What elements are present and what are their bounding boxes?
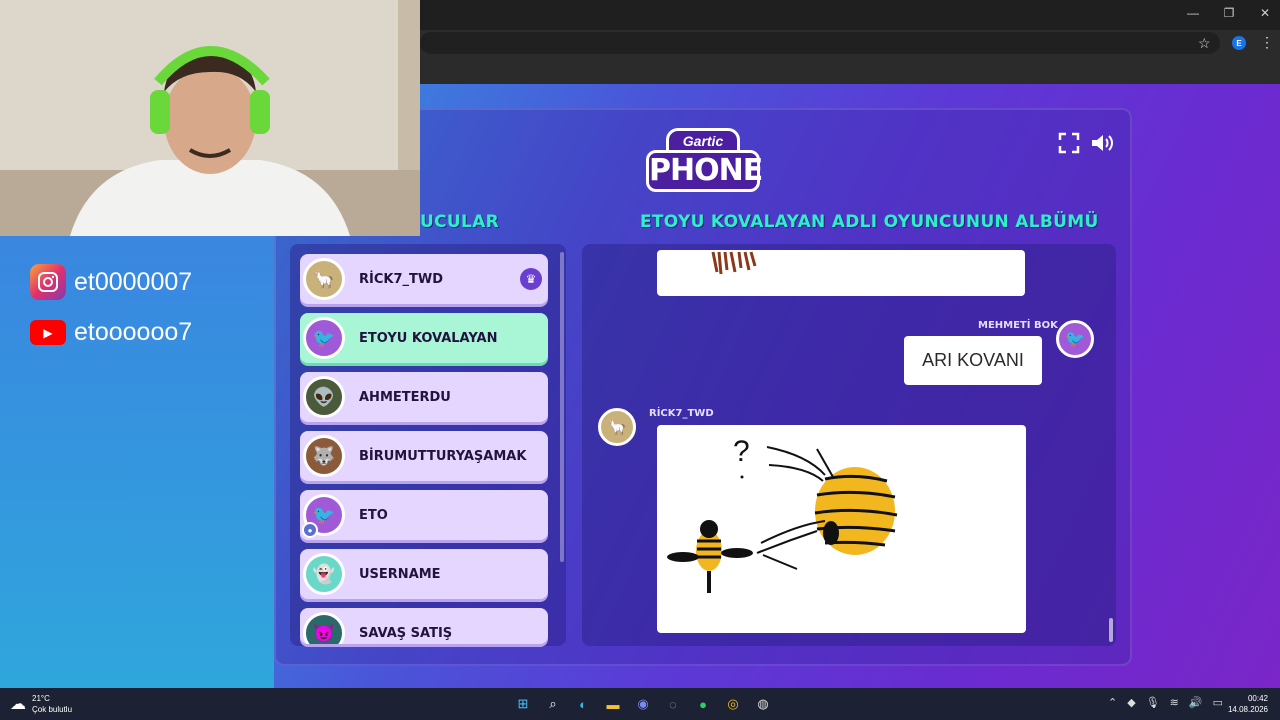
player-name: RİCK7_TWD [359, 271, 444, 287]
player-row[interactable]: 🐺 BİRUMUTTURYAŞAMAK [300, 431, 548, 481]
svg-text:?: ? [733, 435, 750, 468]
chevron-up-icon[interactable]: ⌃ [1108, 696, 1117, 709]
gartic-phone-logo: Gartic PHONE [646, 128, 763, 198]
cloud-icon: ☁ [10, 696, 26, 713]
obs-icon[interactable]: ◍ [752, 693, 774, 715]
crown-icon: ♛ [520, 268, 542, 290]
players-scrollbar[interactable] [560, 252, 564, 562]
players-title: UCULAR [420, 212, 499, 232]
restore-button[interactable]: ❐ [1222, 6, 1236, 20]
close-button[interactable]: ✕ [1258, 6, 1272, 20]
you-indicator-icon: ● [302, 522, 318, 538]
edge-icon[interactable]: ◐ [572, 693, 594, 715]
address-bar[interactable] [420, 32, 1220, 54]
player-avatar: 🦙 [303, 258, 345, 300]
spotify-icon[interactable]: ● [692, 693, 714, 715]
drawing-author: RİCK7_TWD [649, 408, 714, 419]
wifi-icon[interactable]: ≋ [1170, 696, 1179, 709]
player-name: ETOYU KOVALAYAN [359, 330, 498, 346]
youtube-icon: ▶ [30, 320, 66, 345]
player-row[interactable]: 😈 SAVAŞ SATIŞ [300, 608, 548, 644]
file-explorer-icon[interactable]: ▬ [602, 693, 624, 715]
stream-overlay [0, 236, 274, 688]
taskbar: ☁ 21°C Çok bulutlu ⊞ ⌕ ◐ ▬ ◉ ◌ ● ◎ ◍ ⌃ ◆… [0, 688, 1280, 720]
player-name: AHMETERDU [359, 389, 451, 405]
youtube-handle-row: ▶ etoooooo7 [30, 318, 192, 347]
drawing-card: ? [657, 425, 1026, 633]
player-name: USERNAME [359, 566, 441, 582]
instagram-handle-row: et0000007 [30, 264, 192, 300]
window-controls: — ❐ ✕ [1186, 6, 1272, 20]
player-name: BİRUMUTTURYAŞAMAK [359, 448, 527, 464]
discord-icon[interactable]: ◉ [632, 693, 654, 715]
player-avatar: 👽 [303, 376, 345, 418]
player-name: SAVAŞ SATIŞ [359, 625, 453, 641]
start-icon[interactable]: ⊞ [512, 693, 534, 715]
speaker-icon[interactable]: 🔊 [1189, 696, 1203, 709]
player-row[interactable]: 🦙 RİCK7_TWD ♛ [300, 254, 548, 304]
clock-time: 00:42 [1247, 694, 1268, 703]
previous-drawing-card [657, 250, 1025, 296]
beehive-drawing: ? [667, 435, 898, 593]
guess-bubble: ARI KOVANI [904, 336, 1042, 385]
search-icon[interactable]: ⌕ [542, 693, 564, 715]
player-row[interactable]: 👻 USERNAME [300, 549, 548, 599]
profile-avatar[interactable]: E [1232, 36, 1246, 50]
weather-text: Çok bulutlu [32, 705, 73, 714]
album-title: ETOYU KOVALAYAN ADLI OYUNCUNUN ALBÜMÜ [640, 212, 1099, 232]
player-row[interactable]: 🐦 ETOYU KOVALAYAN [300, 313, 548, 363]
temperature: 21°C [32, 694, 50, 703]
instagram-handle: et0000007 [74, 267, 193, 296]
minimize-button[interactable]: — [1186, 6, 1200, 20]
taskbar-apps: ⊞ ⌕ ◐ ▬ ◉ ◌ ● ◎ ◍ [512, 693, 774, 715]
guess-author: MEHMETİ BOK [978, 320, 1058, 331]
bookmark-star-icon[interactable]: ☆ [1198, 35, 1211, 52]
album-scrollbar[interactable] [1109, 618, 1113, 642]
system-tray: ⌃ ◆ 🎙 ≋ 🔊 ▭ [1108, 696, 1223, 709]
player-row[interactable]: 👽 AHMETERDU [300, 372, 548, 422]
logo-main-text: PHONE [646, 150, 763, 192]
weather-widget[interactable]: ☁ 21°C Çok bulutlu [10, 693, 72, 715]
clock-date: 14.08.2026 [1227, 705, 1268, 714]
clock[interactable]: 00:42 14.08.2026 [1228, 693, 1268, 715]
player-avatar: 🐺 [303, 435, 345, 477]
guess-author-avatar: 🐦 [1056, 320, 1094, 358]
volume-icon[interactable] [1090, 132, 1116, 160]
steam-icon[interactable]: ◌ [662, 693, 684, 715]
player-row[interactable]: 🐦 ● ETO [300, 490, 548, 540]
player-name: ETO [359, 507, 388, 523]
player-avatar: 👻 [303, 553, 345, 595]
battery-icon[interactable]: ▭ [1213, 696, 1223, 709]
drawing-fragment [711, 251, 757, 275]
webcam-feed [0, 0, 420, 236]
app-tray-icon[interactable]: ◆ [1127, 696, 1135, 709]
player-avatar: 🐦 [303, 317, 345, 359]
fullscreen-icon[interactable] [1058, 132, 1080, 160]
chrome-icon[interactable]: ◎ [722, 693, 744, 715]
player-avatar: 😈 [303, 612, 345, 644]
instagram-icon [30, 264, 66, 300]
drawing-author-avatar: 🦙 [598, 408, 636, 446]
youtube-handle: etoooooo7 [74, 318, 193, 346]
microphone-icon[interactable]: 🎙 [1146, 696, 1160, 709]
menu-dots-icon[interactable]: ⋮ [1260, 34, 1274, 51]
